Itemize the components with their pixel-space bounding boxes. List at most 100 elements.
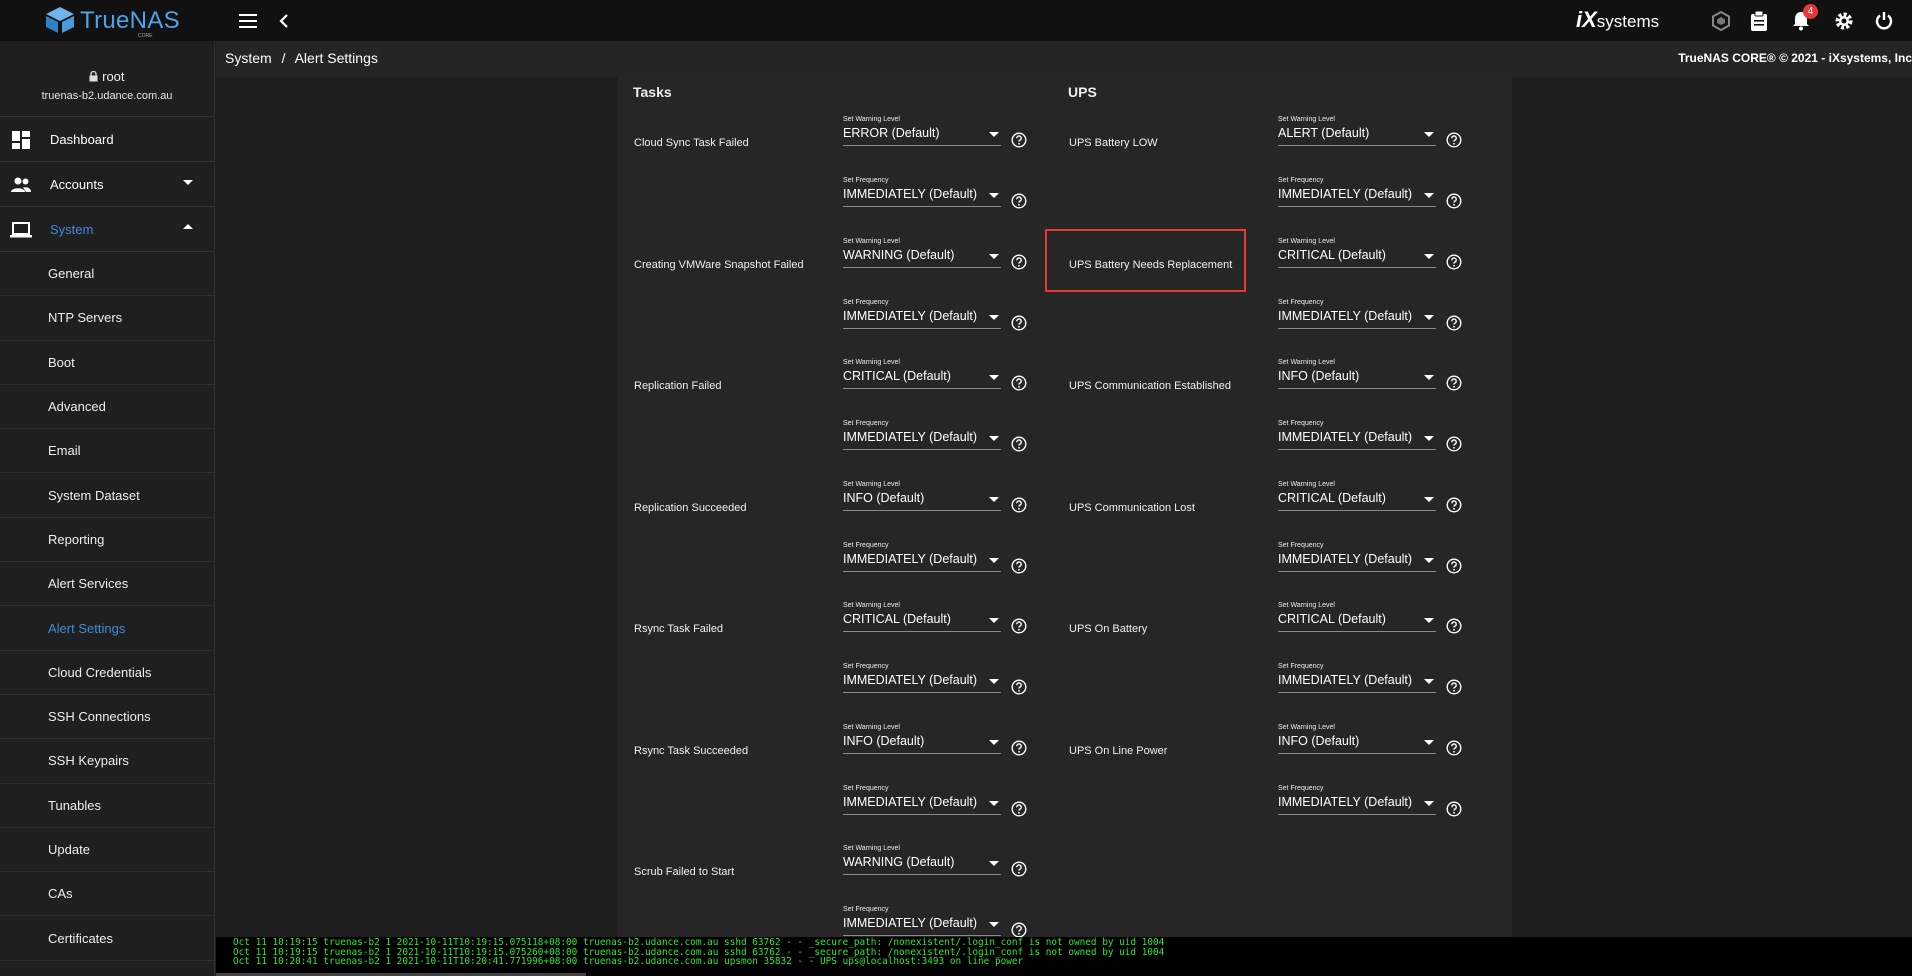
sidebar-item-general[interactable]: General	[0, 252, 214, 297]
sidebar-item-advanced[interactable]: Advanced	[0, 385, 214, 430]
sidebar-item-accounts[interactable]: Accounts	[0, 162, 214, 207]
notification-badge: 4	[1803, 4, 1818, 19]
select-value: CRITICAL (Default)	[843, 369, 951, 383]
select-caption: Set Warning Level	[1278, 723, 1335, 731]
help-icon[interactable]	[1011, 618, 1027, 634]
help-icon[interactable]	[1446, 800, 1462, 817]
help-icon[interactable]	[1446, 739, 1462, 756]
warning-level-select[interactable]: Set Warning Level CRITICAL (Default)	[1278, 602, 1436, 632]
warning-level-select[interactable]: Set Warning Level INFO (Default)	[1278, 359, 1436, 389]
help-icon[interactable]	[1446, 496, 1462, 513]
help-icon[interactable]	[1446, 193, 1462, 209]
truenas-logo[interactable]: TrueNAS CORE	[44, 4, 180, 39]
frequency-select[interactable]: Set Frequency IMMEDIATELY (Default)	[1278, 785, 1436, 815]
sidebar-item-boot[interactable]: Boot	[0, 341, 214, 385]
sidebar-item-system-dataset[interactable]: System Dataset	[0, 473, 214, 518]
select-underline	[1278, 266, 1436, 268]
gear-icon[interactable]	[1831, 8, 1857, 34]
help-icon[interactable]	[1011, 132, 1027, 148]
warning-level-select[interactable]: Set Warning Level CRITICAL (Default)	[1278, 238, 1436, 268]
select-underline	[843, 874, 1001, 875]
back-chevron-icon[interactable]	[271, 8, 297, 34]
select-value: ERROR (Default)	[843, 126, 940, 140]
sidebar-item-alert-settings[interactable]: Alert Settings	[0, 606, 214, 651]
breadcrumb-parent[interactable]: System	[225, 50, 272, 66]
sidebar-item-dashboard[interactable]: Dashboard	[0, 117, 214, 162]
alert-name: UPS Communication Established	[1069, 380, 1232, 392]
help-icon[interactable]	[1011, 679, 1027, 695]
sidebar-item-update[interactable]: Update	[0, 828, 214, 873]
frequency-select[interactable]: Set Frequency IMMEDIATELY (Default)	[1278, 299, 1436, 329]
sidebar-item-ssh-keypairs[interactable]: SSH Keypairs	[0, 739, 214, 784]
help-icon[interactable]	[1446, 557, 1462, 574]
warning-level-select[interactable]: Set Warning Level CRITICAL (Default)	[843, 359, 1001, 389]
warning-level-select[interactable]: Set Warning Level CRITICAL (Default)	[843, 602, 1001, 632]
console-log: Oct 11 10:19:15 truenas-b2 1 2021-10-11T…	[216, 937, 1912, 976]
warning-level-select[interactable]: Set Warning Level ERROR (Default)	[843, 116, 1001, 146]
ixsystems-logo[interactable]: iXsystems	[1576, 7, 1659, 33]
frequency-select[interactable]: Set Frequency IMMEDIATELY (Default)	[843, 906, 1001, 936]
clipboard-icon[interactable]	[1746, 8, 1772, 34]
frequency-select[interactable]: Set Frequency IMMEDIATELY (Default)	[843, 299, 1001, 329]
warning-level-select[interactable]: Set Warning Level INFO (Default)	[1278, 724, 1436, 754]
sidebar-item-reporting[interactable]: Reporting	[0, 518, 214, 563]
select-underline	[843, 813, 1001, 815]
sidebar-item-ssh-connections[interactable]: SSH Connections	[0, 695, 214, 740]
frequency-select[interactable]: Set Frequency IMMEDIATELY (Default)	[1278, 663, 1436, 693]
frequency-select[interactable]: Set Frequency IMMEDIATELY (Default)	[1278, 542, 1436, 572]
sidebar-item-certificates[interactable]: Certificates	[0, 916, 214, 961]
sidebar-item-tunables[interactable]: Tunables	[0, 784, 214, 828]
help-icon[interactable]	[1011, 496, 1027, 513]
sidebar-item-cloud-credentials[interactable]: Cloud Credentials	[0, 651, 214, 695]
help-icon[interactable]	[1446, 375, 1462, 391]
sidebar-item-system[interactable]: System	[0, 207, 214, 252]
truecommand-icon[interactable]	[1708, 8, 1734, 34]
warning-level-select[interactable]: Set Warning Level WARNING (Default)	[843, 238, 1001, 268]
alert-name: Scrub Failed to Start	[634, 866, 735, 878]
sidebar-item-email[interactable]: Email	[0, 429, 214, 474]
help-icon[interactable]	[1011, 375, 1027, 391]
help-icon[interactable]	[1011, 314, 1027, 331]
warning-level-select[interactable]: Set Warning Level ALERT (Default)	[1278, 116, 1436, 146]
help-icon[interactable]	[1446, 253, 1462, 270]
help-icon[interactable]	[1011, 436, 1027, 452]
help-icon[interactable]	[1446, 618, 1462, 634]
frequency-select[interactable]: Set Frequency IMMEDIATELY (Default)	[1278, 177, 1436, 207]
help-icon[interactable]	[1011, 557, 1027, 574]
power-icon[interactable]	[1871, 8, 1897, 34]
select-value: IMMEDIATELY (Default)	[1278, 551, 1413, 566]
select-underline	[843, 631, 1001, 632]
logo-text: TrueNAS	[80, 7, 180, 34]
bell-icon[interactable]: 4	[1788, 4, 1818, 34]
warning-level-select[interactable]: Set Warning Level CRITICAL (Default)	[1278, 481, 1436, 511]
help-icon[interactable]	[1011, 739, 1027, 756]
select-underline	[843, 752, 1001, 754]
sidebar-item-cas[interactable]: CAs	[0, 872, 214, 917]
sidebar-item-ntp-servers[interactable]: NTP Servers	[0, 296, 214, 341]
frequency-select[interactable]: Set Frequency IMMEDIATELY (Default)	[843, 785, 1001, 815]
help-icon[interactable]	[1446, 132, 1462, 148]
warning-level-select[interactable]: Set Warning Level WARNING (Default)	[843, 845, 1001, 875]
select-underline	[843, 449, 1001, 450]
select-caption: Set Warning Level	[843, 237, 900, 245]
help-icon[interactable]	[1011, 922, 1027, 938]
highlight-box	[1045, 229, 1246, 292]
warning-level-select[interactable]: Set Warning Level INFO (Default)	[843, 724, 1001, 754]
help-icon[interactable]	[1011, 253, 1027, 270]
menu-icon[interactable]	[235, 8, 261, 34]
frequency-select[interactable]: Set Frequency IMMEDIATELY (Default)	[843, 663, 1001, 693]
help-icon[interactable]	[1446, 679, 1462, 695]
warning-level-select[interactable]: Set Warning Level INFO (Default)	[843, 481, 1001, 511]
help-icon[interactable]	[1446, 436, 1462, 452]
select-value: CRITICAL (Default)	[1278, 612, 1386, 626]
main-content: Tasks Cloud Sync Task Failed Set Warning L…	[216, 77, 1912, 938]
help-icon[interactable]	[1011, 861, 1027, 877]
help-icon[interactable]	[1446, 314, 1462, 331]
frequency-select[interactable]: Set Frequency IMMEDIATELY (Default)	[1278, 420, 1436, 450]
frequency-select[interactable]: Set Frequency IMMEDIATELY (Default)	[843, 542, 1001, 572]
help-icon[interactable]	[1011, 193, 1027, 209]
frequency-select[interactable]: Set Frequency IMMEDIATELY (Default)	[843, 420, 1001, 450]
sidebar-item-alert-services[interactable]: Alert Services	[0, 562, 214, 607]
frequency-select[interactable]: Set Frequency IMMEDIATELY (Default)	[843, 177, 1001, 207]
help-icon[interactable]	[1011, 800, 1027, 817]
